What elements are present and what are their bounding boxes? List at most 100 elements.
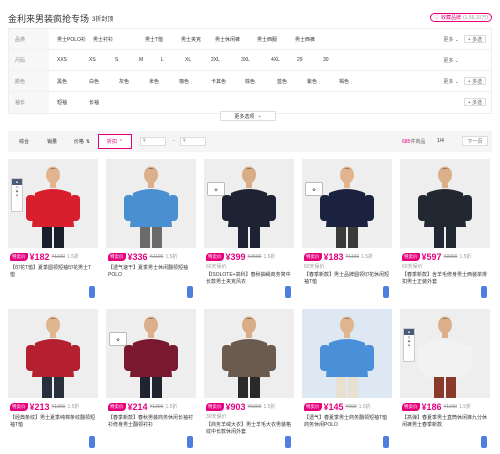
coupon-tag-icon	[481, 286, 487, 298]
product-card[interactable]: ■ ◎ ◉ ◈ 特卖价 ¥186 ¥1190 1.5折 【高弹】春夏季男士直筒休闲裤九分休闲裤男…	[400, 309, 490, 452]
filter-option[interactable]: S	[115, 57, 118, 63]
filter-option[interactable]: L	[161, 57, 164, 63]
original-price: ¥2590	[247, 253, 262, 260]
filter-option[interactable]: 3XL	[241, 57, 250, 63]
product-image[interactable]	[204, 309, 294, 398]
filter-option[interactable]: 30	[323, 57, 329, 63]
filter-option[interactable]: 棕色	[245, 78, 255, 85]
filter-option[interactable]: 褐色	[339, 78, 349, 85]
product-image[interactable]	[302, 309, 392, 398]
filter-option[interactable]: M	[139, 57, 143, 63]
filter-option[interactable]: 29	[297, 57, 303, 63]
sort-sales[interactable]: 销量	[42, 134, 62, 149]
product-name[interactable]: 【春季新款】男士品牌圆领印花休闲短袖T恤	[304, 272, 390, 286]
price-min-input[interactable]: ¥	[140, 137, 166, 146]
special-price-tag: 特卖价	[304, 402, 322, 411]
product-price: ¥183	[323, 251, 344, 262]
filter-multi-select-button[interactable]: + 多选	[464, 35, 486, 43]
discount-rate: 1.5折	[67, 254, 80, 260]
filter-more-button[interactable]: 更多 ⌄	[443, 78, 459, 85]
chevron-down-icon: ⌄	[453, 58, 459, 64]
product-name[interactable]: 【春季新款】含羊毛修身男士西装单排扣男士正装外套	[402, 272, 488, 286]
filter-more-button[interactable]: 更多 ⌄	[443, 57, 459, 64]
filter-option[interactable]: 男士西服	[257, 36, 277, 43]
price-line: 特卖价 ¥182 ¥1190 1.5折	[10, 251, 98, 262]
product-name[interactable]: 【透气】春夏季男士商务翻领短袖T恤商务休闲POLO	[304, 415, 390, 429]
special-price-tag: 特卖价	[206, 252, 224, 261]
product-name[interactable]: 【春季新款】春秋男装商务休闲长袖衬衫修身男士翻领衬衫	[108, 415, 194, 429]
product-name[interactable]: 【透气速干】夏季男士休闲翻领短袖POLO	[108, 265, 194, 279]
product-card[interactable]: 特卖价 ¥597 ¥3990 1.5折 60天保价 【春季新款】含羊毛修身男士西装单排扣男…	[400, 159, 490, 302]
product-card[interactable]: 特卖价 ¥145 ¥990 1.5折 【透气】春夏季男士商务翻领短袖T恤商务休闲POLO	[302, 309, 392, 452]
filter-label: 袖长	[9, 92, 49, 113]
product-card[interactable]: ■ ◎ ◉ ◈ 特卖价 ¥182 ¥1190 1.5折 【印花T恤】夏季圆领短袖印花男士T恤	[8, 159, 98, 302]
filter-option[interactable]: 男士夹克	[181, 36, 201, 43]
filter-option[interactable]: 2XL	[211, 57, 220, 63]
coupon-tag-icon	[481, 436, 487, 448]
product-image[interactable]	[106, 309, 196, 398]
filter-option[interactable]: 男士西裤	[295, 36, 315, 43]
filter-option[interactable]: 长袖	[89, 99, 99, 106]
filter-option[interactable]: 短袖	[57, 99, 67, 106]
favorite-count: (1,56,10万)	[462, 15, 488, 21]
filter-option[interactable]: 蓝色	[277, 78, 287, 85]
product-image[interactable]	[106, 159, 196, 248]
product-name[interactable]: 【印花T恤】夏季圆领短袖印花男士T恤	[10, 265, 96, 279]
original-price: ¥1190	[443, 403, 458, 410]
filter-option[interactable]: 灰色	[119, 78, 129, 85]
product-card[interactable]: 特卖价 ¥213 ¥1390 1.5折 【经典条纹】男士夏季纯棉条纹翻领短袖T恤	[8, 309, 98, 452]
filter-option[interactable]: 黑色	[57, 78, 67, 85]
product-image[interactable]	[400, 159, 490, 248]
filter-option[interactable]: 男士POLO衫	[57, 36, 86, 43]
filter-option[interactable]: 咖色	[179, 78, 189, 85]
feature-tag-icon: ■ ◎ ◉ ◈	[11, 178, 23, 212]
sort-comprehensive[interactable]: 综合	[14, 134, 34, 149]
coupon-tag-icon	[187, 286, 193, 298]
product-card[interactable]: ✿ 特卖价 ¥183 ¥1190 1.5折 60天保价 【春季新款】男士品牌圆领印花休闲短袖…	[302, 159, 392, 302]
product-card[interactable]: ✿ 特卖价 ¥399 ¥2590 1.5折 60天保价 【ISOLOTE+高科】春秋抽绳商务…	[204, 159, 294, 302]
filter-option[interactable]: XS	[89, 57, 96, 63]
filter-option[interactable]: 卡其色	[211, 78, 226, 85]
next-page-button[interactable]: 下一页	[462, 136, 488, 146]
filter-option[interactable]: 米色	[149, 78, 159, 85]
filter-option[interactable]: 男士T恤	[145, 36, 163, 43]
chevron-down-icon: ⌄	[453, 37, 459, 43]
filter-option[interactable]: 男士休闲裤	[215, 36, 240, 43]
price-max-input[interactable]: ¥	[180, 137, 206, 146]
filter-multi-select-button[interactable]: + 多选	[464, 77, 486, 85]
product-card[interactable]: 特卖价 ¥336 ¥2190 1.5折 【透气速干】夏季男士休闲翻领短袖POLO	[106, 159, 196, 302]
product-name[interactable]: 【ISOLOTE+高科】春秋抽绳商务简中长款男士夹克风衣	[206, 272, 292, 286]
coupon-tag-icon	[187, 436, 193, 448]
product-name[interactable]: 【商务羊绒大衣】男士羊毛大衣男装格纹中长款休闲外套	[206, 422, 292, 436]
sort-price[interactable]: 价格 ⇅	[68, 134, 96, 149]
filter-option[interactable]: 白色	[89, 78, 99, 85]
filter-more-button[interactable]: 更多 ⌄	[443, 36, 459, 43]
price-protection-label: 60天保价	[206, 264, 227, 270]
page-header: 金利来男装疯抢专场 3折封顶 ♡ 收藏品牌 (1,56,10万)	[8, 10, 492, 26]
price-line: 特卖价 ¥903 ¥5990 1.5折	[206, 401, 294, 412]
filter-option[interactable]: 4XL	[271, 57, 280, 63]
price-line: 特卖价 ¥597 ¥3990 1.5折	[402, 251, 490, 262]
more-options-button[interactable]: 更多选项 ⌄	[220, 111, 276, 121]
product-image[interactable]	[302, 159, 392, 248]
price-protection-label: 60天保价	[304, 264, 325, 270]
coupon-tag-icon	[89, 286, 95, 298]
filter-more-label: 更多	[443, 58, 454, 64]
filter-option[interactable]: 紫色	[307, 78, 317, 85]
filter-multi-select-button[interactable]: + 多选	[464, 98, 486, 106]
filter-option[interactable]: 男士衬衫	[93, 36, 113, 43]
filter-option[interactable]: XXS	[57, 57, 67, 63]
original-price: ¥1190	[51, 253, 66, 260]
product-name[interactable]: 【经典条纹】男士夏季纯棉条纹翻领短袖T恤	[10, 415, 96, 429]
product-card[interactable]: ✿ 特卖价 ¥214 ¥1390 1.5折 【春季新款】春秋男装商务休闲长袖衬衫修身男士翻…	[106, 309, 196, 452]
filter-option[interactable]: XL	[185, 57, 191, 63]
filter-row: 品类 男士POLO衫 男士衬衫 男士T恤 男士夹克 男士休闲裤 男士西服 男士西裤 更多 ⌄ + …	[9, 29, 491, 50]
sort-discount[interactable]: 折扣 ⌃	[98, 134, 132, 149]
price-line: 特卖价 ¥213 ¥1390 1.5折	[10, 401, 98, 412]
product-name[interactable]: 【高弹】春夏季男士直筒休闲裤九分休闲裤男士春季新款	[402, 415, 488, 429]
product-price: ¥145	[323, 401, 344, 412]
product-image[interactable]	[8, 309, 98, 398]
favorite-brand-button[interactable]: ♡ 收藏品牌 (1,56,10万)	[429, 13, 492, 22]
product-card[interactable]: 特卖价 ¥903 ¥5990 1.5折 30天保价 【商务羊绒大衣】男士羊毛大衣男装格纹中…	[204, 309, 294, 452]
product-image[interactable]	[204, 159, 294, 248]
